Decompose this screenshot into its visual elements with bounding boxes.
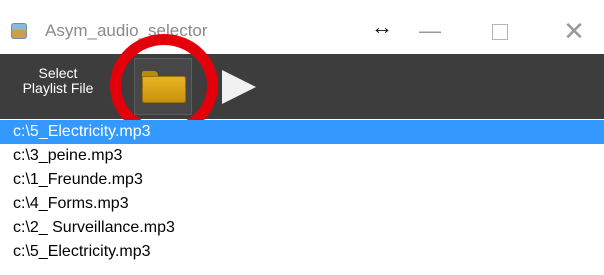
open-folder-button[interactable] [134, 58, 192, 115]
minimize-button[interactable]: — [400, 0, 460, 54]
resize-arrows-icon: ↔ [371, 14, 393, 39]
play-button[interactable] [220, 68, 260, 106]
title-bar[interactable]: Asym_audio_selector ↔ — ✕ [0, 0, 604, 54]
playlist-item[interactable]: c:\4_Forms.mp3 [0, 192, 604, 216]
playlist-item[interactable]: c:\5_Electricity.mp3 [0, 240, 604, 264]
maximize-button[interactable] [470, 0, 530, 54]
playlist-item[interactable]: c:\5_Electricity.mp3 [0, 120, 604, 144]
play-icon [222, 70, 256, 104]
playlist[interactable]: c:\5_Electricity.mp3 c:\3_peine.mp3 c:\1… [0, 120, 604, 275]
minimize-icon: — [419, 18, 441, 43]
close-icon: ✕ [563, 16, 585, 46]
app-icon [11, 23, 27, 39]
maximize-icon [492, 24, 508, 41]
playlist-item[interactable]: c:\1_Freunde.mp3 [0, 168, 604, 192]
close-button[interactable]: ✕ [544, 0, 604, 54]
toolbar: Select Playlist File [0, 54, 604, 119]
folder-icon [142, 71, 186, 103]
window-title: Asym_audio_selector [45, 21, 208, 40]
playlist-item[interactable]: c:\2_ Surveillance.mp3 [0, 216, 604, 240]
playlist-item[interactable]: c:\3_peine.mp3 [0, 144, 604, 168]
select-playlist-label: Select Playlist File [22, 66, 94, 96]
